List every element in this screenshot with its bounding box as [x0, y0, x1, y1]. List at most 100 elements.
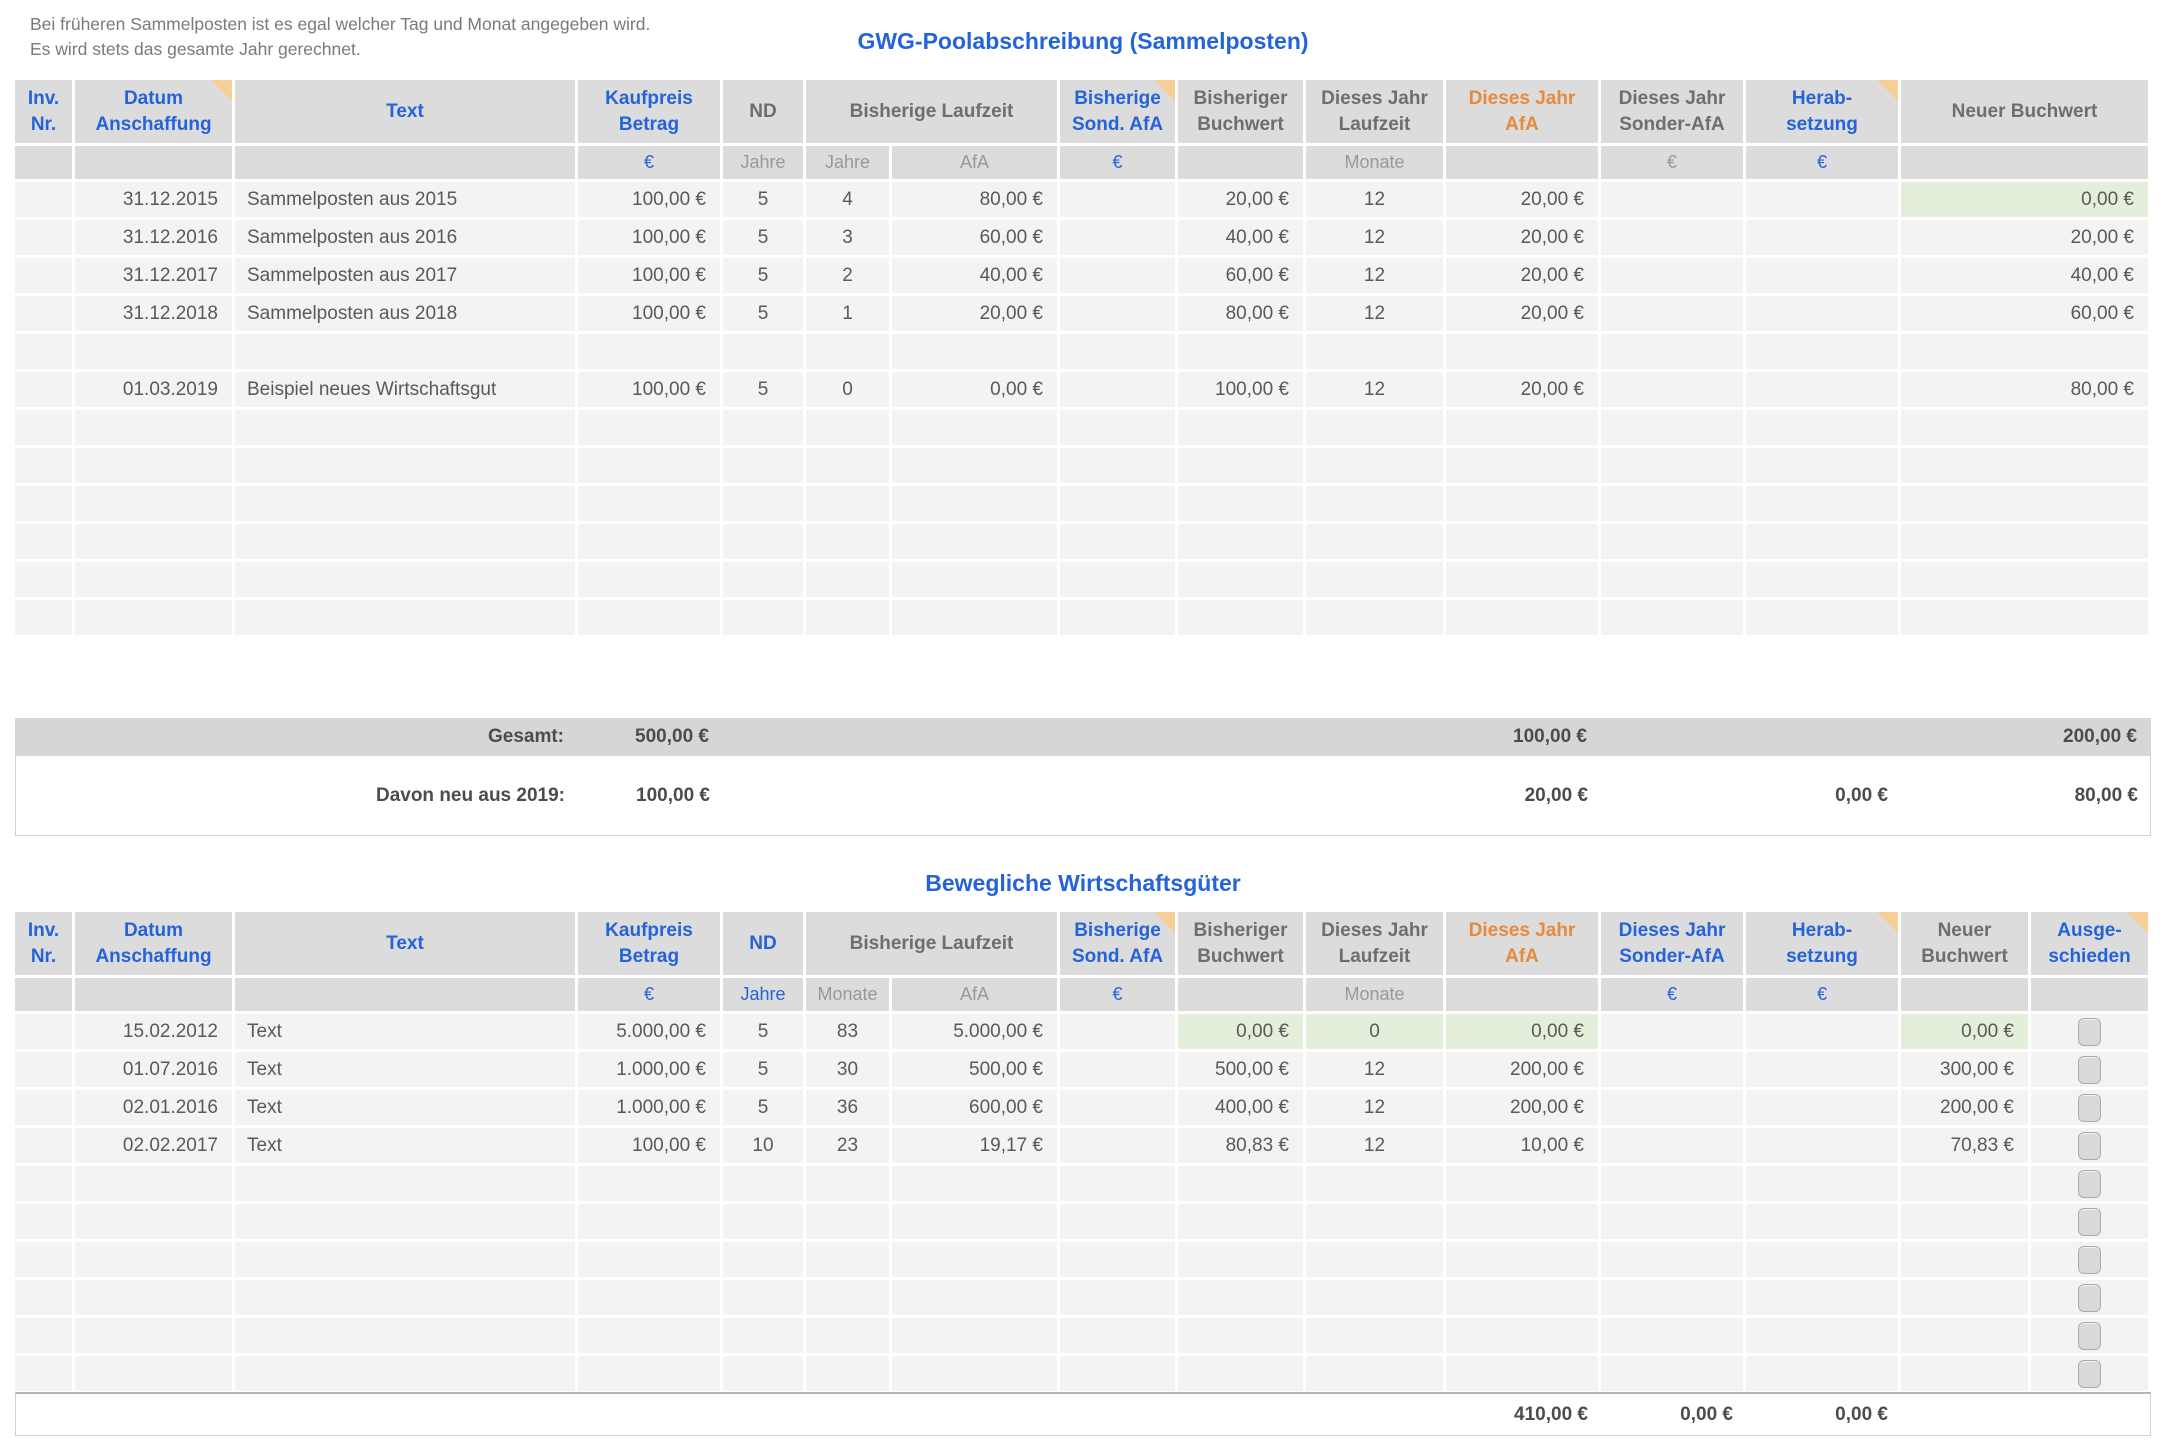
cell-inv_nr[interactable] — [15, 1166, 75, 1204]
column-header-datum-anschaffung[interactable]: Datum Anschaffung — [75, 912, 235, 978]
ausgeschieden-checkbox[interactable] — [2078, 1208, 2101, 1236]
cell-datum[interactable]: 02.01.2016 — [75, 1090, 235, 1128]
cell-kaufpreis[interactable] — [578, 410, 723, 448]
cell-dj_afa[interactable] — [1446, 1166, 1601, 1204]
cell-laufzeit_monate[interactable] — [806, 1356, 892, 1394]
unit-cell-laufzeit_monate[interactable]: Monate — [806, 978, 892, 1014]
cell-dj_sonder_afa[interactable] — [1601, 296, 1746, 334]
cell-neuer_buchwert[interactable] — [1901, 486, 2151, 524]
cell-nd[interactable] — [723, 600, 806, 638]
cell-dj_afa[interactable]: 200,00 € — [1446, 1090, 1601, 1128]
cell-laufzeit_monate[interactable] — [806, 1204, 892, 1242]
unit-cell-sond_afa[interactable]: € — [1060, 146, 1178, 182]
cell-nd[interactable] — [723, 410, 806, 448]
cell-inv_nr[interactable] — [15, 600, 75, 638]
cell-herabsetzung[interactable] — [1746, 334, 1901, 372]
cell-inv_nr[interactable] — [15, 1242, 75, 1280]
unit-cell-dj_sonder_afa[interactable]: € — [1601, 978, 1746, 1014]
cell-laufzeit_jahre[interactable] — [806, 448, 892, 486]
column-header-neuer-buchwert[interactable]: Neuer Buchwert — [1901, 912, 2031, 978]
unit-cell-dj_sonder_afa[interactable]: € — [1601, 146, 1746, 182]
cell-text[interactable] — [235, 1204, 578, 1242]
davon-dieses-jahr-afa[interactable]: 20,00 € — [1447, 756, 1602, 835]
cell-laufzeit_afa[interactable] — [892, 1356, 1060, 1394]
cell-dj_laufzeit[interactable] — [1306, 448, 1446, 486]
cell-neuer_buchwert[interactable] — [1901, 1280, 2031, 1318]
cell-buchwert[interactable] — [1178, 1318, 1306, 1356]
cell-kaufpreis[interactable]: 1.000,00 € — [578, 1090, 723, 1128]
cell-datum[interactable] — [75, 486, 235, 524]
cell-laufzeit_monate[interactable] — [806, 1166, 892, 1204]
cell-sond_afa[interactable] — [1060, 1204, 1178, 1242]
cell-sond_afa[interactable] — [1060, 1280, 1178, 1318]
cell-kaufpreis[interactable]: 100,00 € — [578, 1128, 723, 1166]
cell-dj_afa[interactable]: 20,00 € — [1446, 182, 1601, 220]
cell-dj_sonder_afa[interactable] — [1601, 182, 1746, 220]
cell-datum[interactable] — [75, 1280, 235, 1318]
cell-kaufpreis[interactable] — [578, 562, 723, 600]
cell-herabsetzung[interactable] — [1746, 1090, 1901, 1128]
cell-buchwert[interactable] — [1178, 334, 1306, 372]
cell-sond_afa[interactable] — [1060, 220, 1178, 258]
cell-nd[interactable] — [723, 562, 806, 600]
unit-cell-laufzeit_jahre[interactable]: Jahre — [806, 146, 892, 182]
unit-cell-datum[interactable] — [75, 146, 235, 182]
cell-ausgeschieden[interactable] — [2031, 1090, 2151, 1128]
column-header-dieses-jahr-sonder-afa[interactable]: Dieses Jahr Sonder-AfA — [1601, 912, 1746, 978]
cell-herabsetzung[interactable] — [1746, 524, 1901, 562]
cell-dj_sonder_afa[interactable] — [1601, 258, 1746, 296]
cell-dj_afa[interactable] — [1446, 1280, 1601, 1318]
cell-dj_sonder_afa[interactable] — [1601, 1166, 1746, 1204]
unit-cell-buchwert[interactable] — [1178, 978, 1306, 1014]
cell-dj_afa[interactable]: 20,00 € — [1446, 372, 1601, 410]
cell-buchwert[interactable] — [1178, 1280, 1306, 1318]
cell-laufzeit_afa[interactable] — [892, 410, 1060, 448]
unit-cell-dj_afa[interactable] — [1446, 978, 1601, 1014]
cell-text[interactable]: Sammelposten aus 2018 — [235, 296, 578, 334]
column-header-nd[interactable]: ND — [723, 912, 806, 978]
cell-laufzeit_jahre[interactable] — [806, 410, 892, 448]
cell-laufzeit_afa[interactable]: 500,00 € — [892, 1052, 1060, 1090]
column-header-dieses-jahr-laufzeit[interactable]: Dieses Jahr Laufzeit — [1306, 80, 1446, 146]
cell-laufzeit_jahre[interactable]: 0 — [806, 372, 892, 410]
cell-herabsetzung[interactable] — [1746, 1052, 1901, 1090]
cell-dj_laufzeit[interactable]: 12 — [1306, 182, 1446, 220]
cell-kaufpreis[interactable] — [578, 1242, 723, 1280]
cell-inv_nr[interactable] — [15, 1014, 75, 1052]
cell-laufzeit_jahre[interactable] — [806, 524, 892, 562]
ausgeschieden-checkbox[interactable] — [2078, 1056, 2101, 1084]
cell-dj_sonder_afa[interactable] — [1601, 524, 1746, 562]
cell-inv_nr[interactable] — [15, 220, 75, 258]
cell-inv_nr[interactable] — [15, 296, 75, 334]
cell-dj_sonder_afa[interactable] — [1601, 1318, 1746, 1356]
cell-buchwert[interactable] — [1178, 562, 1306, 600]
cell-neuer_buchwert[interactable] — [1901, 448, 2151, 486]
cell-laufzeit_monate[interactable]: 36 — [806, 1090, 892, 1128]
cell-laufzeit_monate[interactable] — [806, 1280, 892, 1318]
cell-buchwert[interactable]: 80,83 € — [1178, 1128, 1306, 1166]
cell-dj_laufzeit[interactable] — [1306, 1318, 1446, 1356]
cell-text[interactable]: Text — [235, 1052, 578, 1090]
cell-dj_sonder_afa[interactable] — [1601, 1204, 1746, 1242]
cell-inv_nr[interactable] — [15, 1052, 75, 1090]
cell-dj_afa[interactable]: 20,00 € — [1446, 220, 1601, 258]
cell-nd[interactable] — [723, 1242, 806, 1280]
cell-sond_afa[interactable] — [1060, 182, 1178, 220]
cell-inv_nr[interactable] — [15, 1280, 75, 1318]
davon-herabsetzung[interactable]: 0,00 € — [1747, 756, 1902, 835]
cell-datum[interactable] — [75, 1166, 235, 1204]
cell-inv_nr[interactable] — [15, 486, 75, 524]
cell-ausgeschieden[interactable] — [2031, 1052, 2151, 1090]
cell-laufzeit_monate[interactable]: 23 — [806, 1128, 892, 1166]
cell-inv_nr[interactable] — [15, 258, 75, 296]
cell-herabsetzung[interactable] — [1746, 448, 1901, 486]
cell-nd[interactable] — [723, 1318, 806, 1356]
cell-text[interactable] — [235, 524, 578, 562]
cell-herabsetzung[interactable] — [1746, 182, 1901, 220]
cell-neuer_buchwert[interactable] — [1901, 334, 2151, 372]
cell-dj_laufzeit[interactable]: 12 — [1306, 1052, 1446, 1090]
cell-sond_afa[interactable] — [1060, 1242, 1178, 1280]
unit-cell-dj_afa[interactable] — [1446, 146, 1601, 182]
cell-neuer_buchwert[interactable]: 70,83 € — [1901, 1128, 2031, 1166]
ausgeschieden-checkbox[interactable] — [2078, 1018, 2101, 1046]
